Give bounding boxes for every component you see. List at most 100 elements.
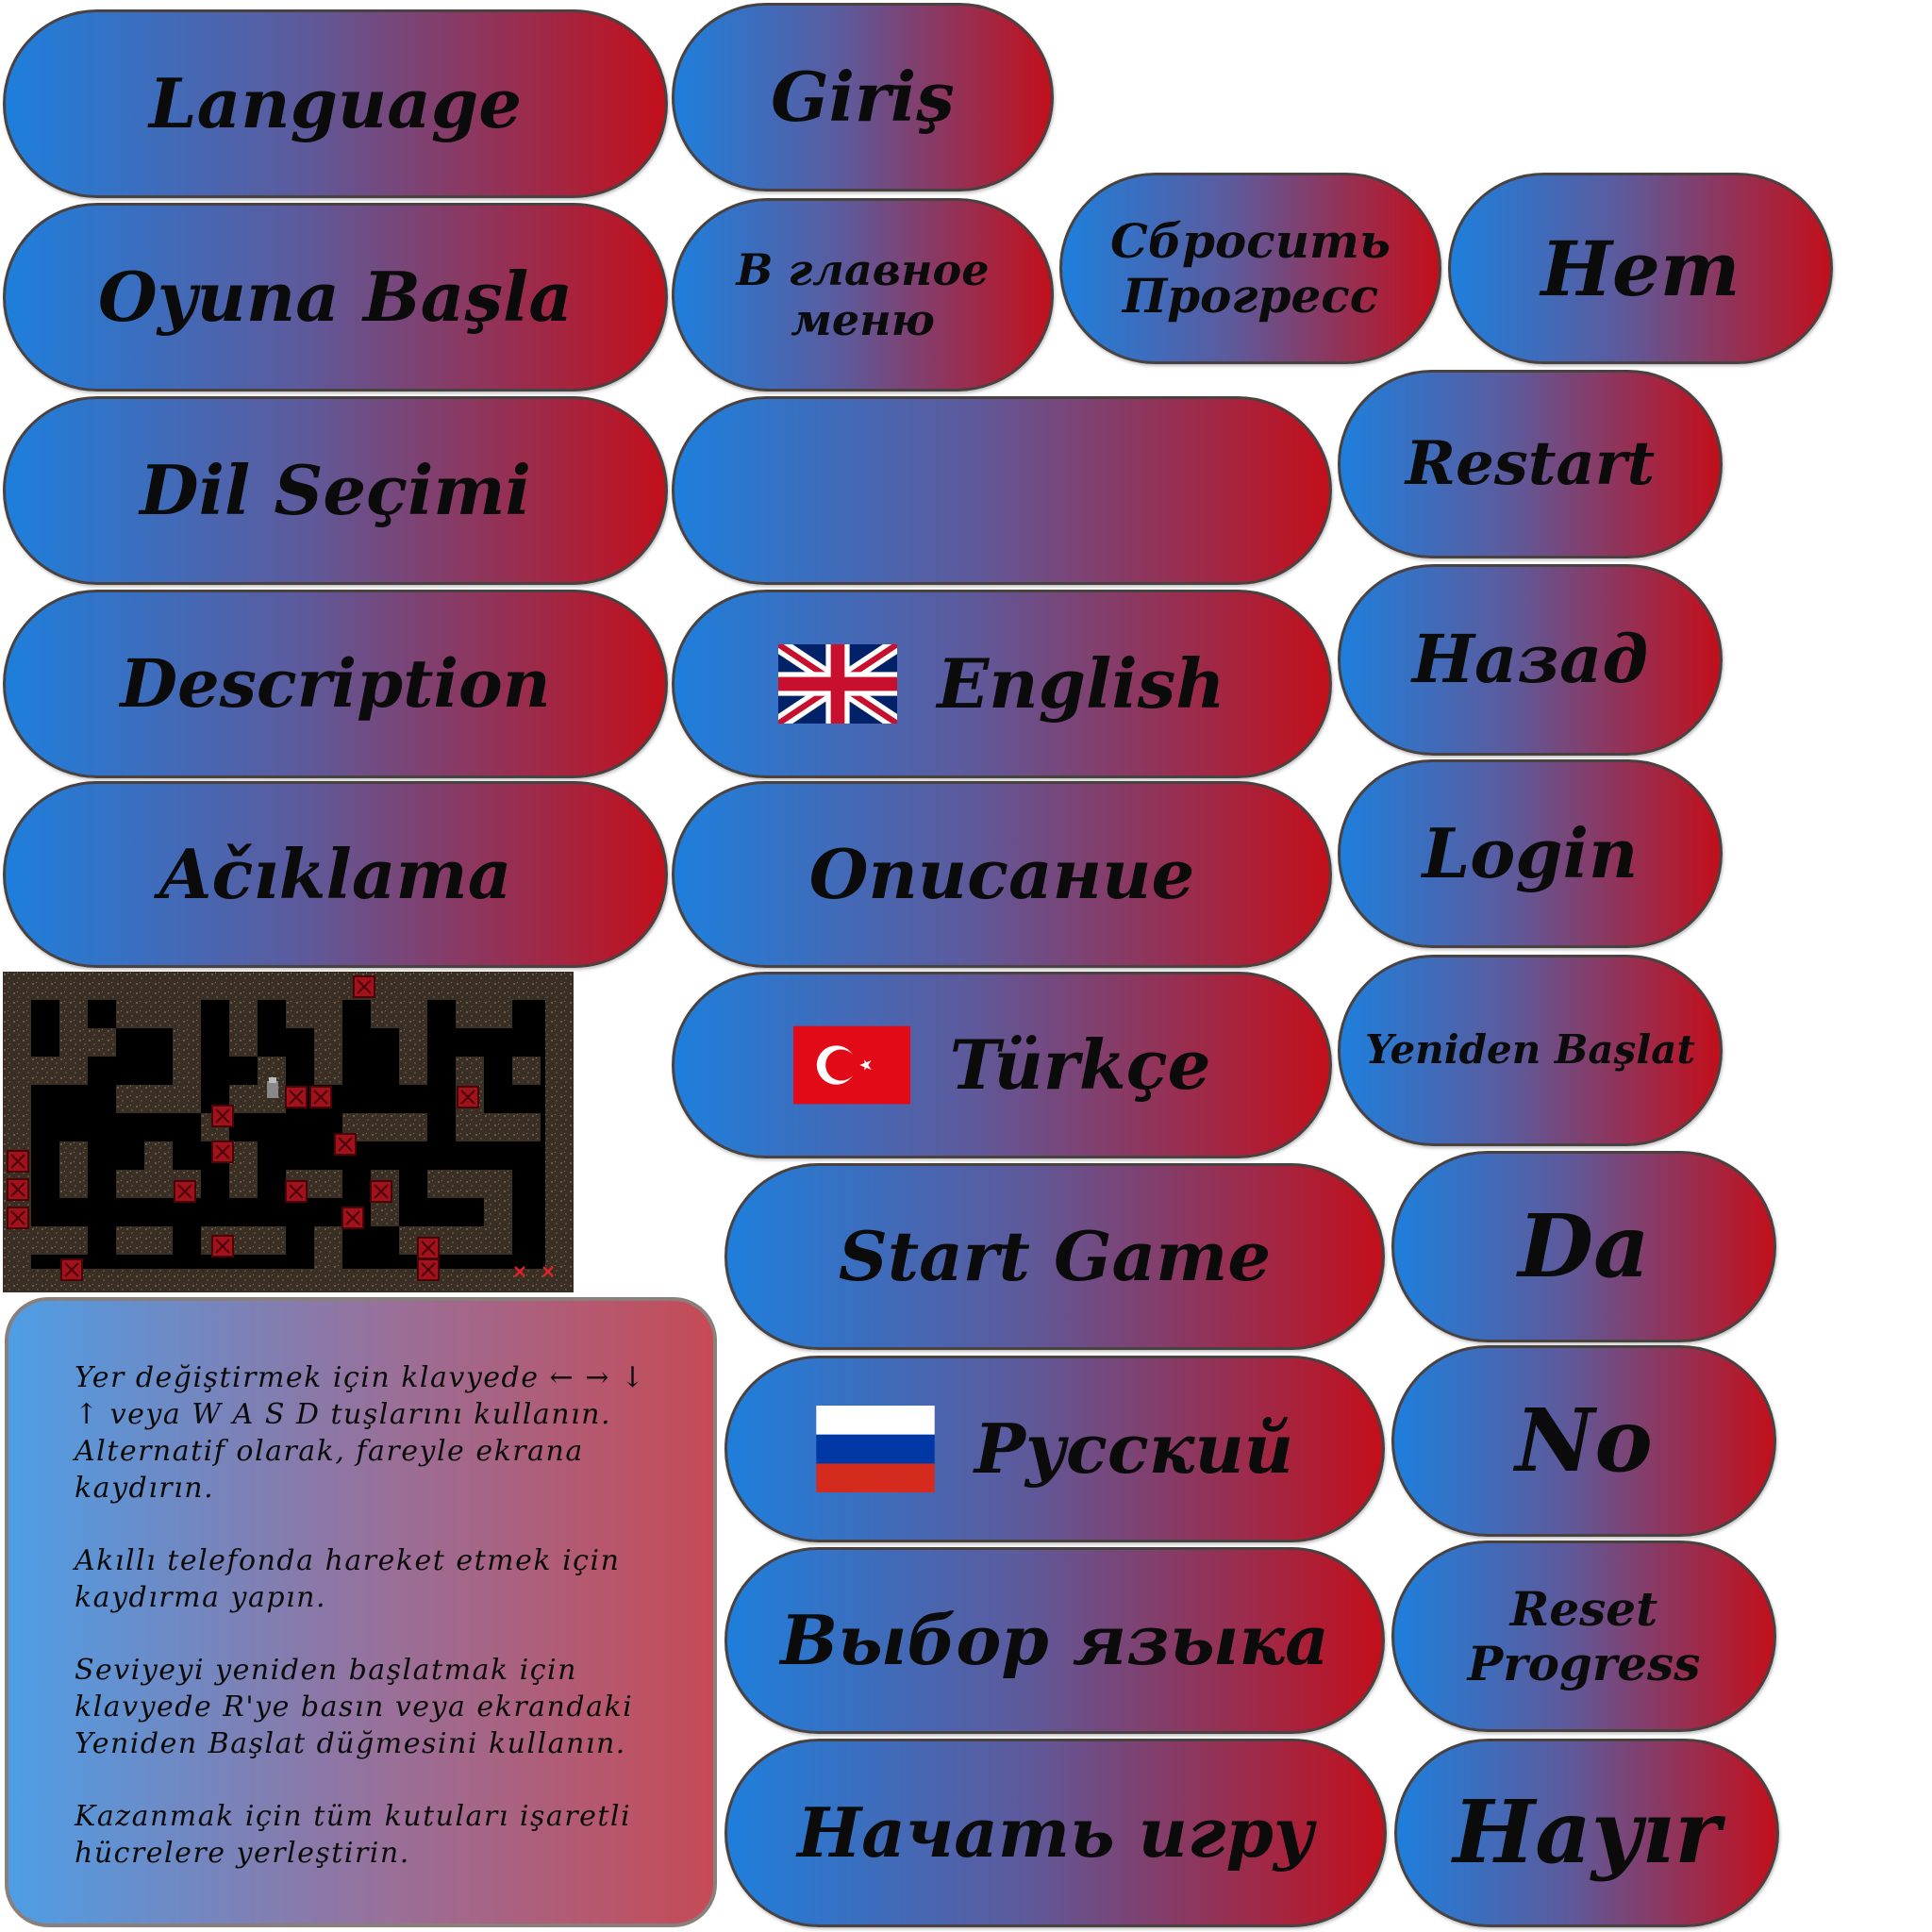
wall-tile <box>314 1226 342 1269</box>
language-label: Language <box>148 62 523 143</box>
wall-tile <box>456 1000 512 1028</box>
crate <box>7 1150 29 1173</box>
game-level-preview <box>3 972 574 1292</box>
description-paragraph-2: Akıllı telefonda hareket etmek için kayd… <box>75 1544 621 1614</box>
aciklama-button[interactable]: Ačıklama <box>3 781 668 968</box>
wall-tile <box>371 1000 427 1028</box>
crate <box>353 975 375 998</box>
start-game-label: Start Game <box>838 1215 1272 1296</box>
wall-tile <box>3 1269 574 1292</box>
wall-tile <box>484 1198 512 1255</box>
wall-tile <box>59 1141 88 1198</box>
english-label: English <box>937 642 1225 724</box>
crate <box>211 1141 234 1163</box>
aciklama-label: Ačıklama <box>158 833 512 914</box>
no-label: No <box>1515 1389 1653 1491</box>
main-menu-ru-label: В главное меню <box>736 243 990 345</box>
nachat-igru-ru-button[interactable]: Начать игру <box>724 1739 1387 1927</box>
wall-tile <box>3 972 31 1292</box>
opisanie-ru-label: Описание <box>808 833 1195 914</box>
crate <box>211 1235 234 1257</box>
russkiy-label: Русский <box>974 1407 1294 1489</box>
wall-tile <box>116 1226 173 1255</box>
yeniden-baslat-button[interactable]: Yeniden Başlat <box>1338 955 1723 1146</box>
wall-tile <box>116 1085 173 1113</box>
crate <box>309 1086 332 1108</box>
wall-tile <box>116 1000 201 1028</box>
hayir-button[interactable]: Hayır <box>1394 1739 1779 1927</box>
description-panel: Yer değiştirmek için klavyede ← → ↓ ↑ ve… <box>5 1297 717 1927</box>
da-button[interactable]: Da <box>1391 1151 1776 1342</box>
wall-tile <box>59 1000 88 1057</box>
login-button[interactable]: Login <box>1338 759 1723 948</box>
wall-tile <box>427 1170 512 1198</box>
giris-label: Giriş <box>771 56 955 137</box>
reset-progress-ru-label: Сбросить Прогресс <box>1110 213 1391 324</box>
login-label: Login <box>1422 812 1639 893</box>
dil-secimi-label: Dil Seçimi <box>140 449 531 530</box>
hayir-label: Hayır <box>1453 1781 1721 1884</box>
net-ru-button[interactable]: Нет <box>1448 173 1833 364</box>
english-button[interactable]: English <box>672 590 1332 778</box>
no-button[interactable]: No <box>1391 1345 1776 1537</box>
wall-tile <box>88 1028 116 1057</box>
wall-tile <box>3 972 574 1000</box>
main-menu-ru-button[interactable]: В главное меню <box>672 198 1054 391</box>
oyuna-basla-button[interactable]: Oyuna Başla <box>3 203 668 391</box>
crate <box>60 1258 83 1281</box>
wall-tile <box>286 1000 342 1028</box>
wall-tile <box>314 1028 342 1085</box>
reset-progress-button[interactable]: Reset Progress <box>1391 1541 1776 1732</box>
description-paragraph-4: Kazanmak için tüm kutuları işaretli hücr… <box>75 1800 632 1870</box>
reset-progress-ru-button[interactable]: Сбросить Прогресс <box>1059 173 1441 364</box>
wall-tile <box>399 1226 484 1255</box>
wall-tile <box>31 1226 88 1255</box>
crate <box>370 1180 392 1203</box>
blank-button[interactable] <box>672 396 1332 585</box>
game-board <box>3 972 574 1292</box>
nachat-igru-ru-label: Начать игру <box>797 1791 1314 1873</box>
wall-tile <box>512 1057 541 1085</box>
crate <box>211 1105 234 1127</box>
vybor-yazyka-ru-button[interactable]: Выбор языка <box>724 1547 1385 1734</box>
reset-progress-label: Reset Progress <box>1467 1581 1701 1691</box>
wall-tile <box>31 1057 88 1085</box>
turkce-label: Türkçe <box>949 1024 1211 1105</box>
oyuna-basla-label: Oyuna Başla <box>97 256 573 337</box>
wall-tile <box>399 1028 427 1085</box>
turkce-button[interactable]: Türkçe <box>672 972 1332 1158</box>
restart-button[interactable]: Restart <box>1338 370 1723 558</box>
wall-tile <box>545 972 574 1292</box>
description-paragraph-1: Yer değiştirmek için klavyede ← → ↓ ↑ ve… <box>75 1361 646 1505</box>
vybor-yazyka-ru-label: Выбор языка <box>780 1599 1329 1680</box>
net-ru-label: Нет <box>1541 224 1740 313</box>
crate <box>417 1237 440 1259</box>
giris-button[interactable]: Giriş <box>672 3 1054 192</box>
turkey-flag-icon <box>792 1025 910 1105</box>
crate <box>7 1207 29 1229</box>
restart-label: Restart <box>1405 428 1656 500</box>
russkiy-button[interactable]: Русский <box>724 1356 1385 1542</box>
crate <box>417 1258 440 1281</box>
nazad-ru-label: Назад <box>1411 620 1649 699</box>
opisanie-ru-button[interactable]: Описание <box>672 781 1332 968</box>
nazad-ru-button[interactable]: Назад <box>1338 564 1723 756</box>
wall-tile <box>144 1141 173 1198</box>
crate <box>341 1207 364 1229</box>
wall-tile <box>229 1000 258 1057</box>
da-label: Da <box>1518 1194 1650 1297</box>
start-game-button[interactable]: Start Game <box>724 1163 1385 1350</box>
crate <box>334 1133 357 1156</box>
dil-secimi-button[interactable]: Dil Seçimi <box>3 396 668 585</box>
description-button[interactable]: Description <box>3 590 668 778</box>
crate <box>7 1178 29 1201</box>
yeniden-baslat-label: Yeniden Başlat <box>1365 1026 1695 1074</box>
uk-flag-icon <box>778 644 898 724</box>
description-label: Description <box>120 643 551 723</box>
crate <box>457 1086 479 1108</box>
crate <box>174 1180 196 1203</box>
language-button[interactable]: Language <box>3 9 668 198</box>
wall-tile <box>173 1028 201 1113</box>
crate <box>285 1086 308 1108</box>
russia-flag-icon <box>816 1406 935 1492</box>
